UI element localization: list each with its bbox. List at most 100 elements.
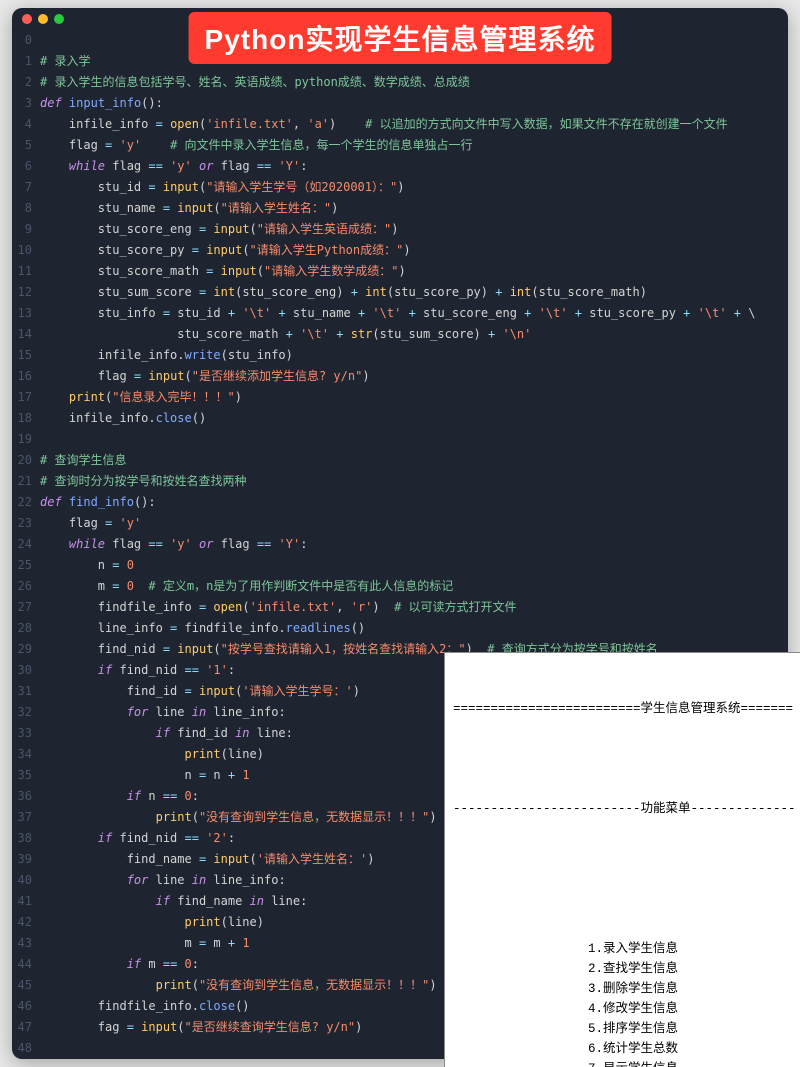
title-banner: Python实现学生信息管理系统 bbox=[189, 12, 612, 64]
menu-item: 1.录入学生信息 bbox=[453, 939, 792, 959]
terminal-menu-header: -------------------------功能菜单-----------… bbox=[453, 799, 792, 819]
line-number: 22 bbox=[12, 492, 40, 513]
line-number: 45 bbox=[12, 975, 40, 996]
line-number: 47 bbox=[12, 1017, 40, 1038]
line-number: 25 bbox=[12, 555, 40, 576]
code-line[interactable]: 6 while flag == 'y' or flag == 'Y': bbox=[12, 156, 788, 177]
code-line[interactable]: 10 stu_score_py = input("请输入学生Python成绩："… bbox=[12, 240, 788, 261]
line-number: 29 bbox=[12, 639, 40, 660]
line-number: 33 bbox=[12, 723, 40, 744]
code-content[interactable]: stu_name = input("请输入学生姓名：") bbox=[40, 198, 788, 219]
line-number: 5 bbox=[12, 135, 40, 156]
menu-item: 4.修改学生信息 bbox=[453, 999, 792, 1019]
line-number: 24 bbox=[12, 534, 40, 555]
code-line[interactable]: 4 infile_info = open('infile.txt', 'a') … bbox=[12, 114, 788, 135]
code-content[interactable]: stu_score_math + '\t' + str(stu_sum_scor… bbox=[40, 324, 788, 345]
code-line[interactable]: 28 line_info = findfile_info.readlines() bbox=[12, 618, 788, 639]
line-number: 10 bbox=[12, 240, 40, 261]
code-line[interactable]: 11 stu_score_math = input("请输入学生数学成绩：") bbox=[12, 261, 788, 282]
code-line[interactable]: 8 stu_name = input("请输入学生姓名：") bbox=[12, 198, 788, 219]
code-line[interactable]: 18 infile_info.close() bbox=[12, 408, 788, 429]
code-line[interactable]: 12 stu_sum_score = int(stu_score_eng) + … bbox=[12, 282, 788, 303]
line-number: 34 bbox=[12, 744, 40, 765]
line-number: 21 bbox=[12, 471, 40, 492]
code-content[interactable]: stu_id = input("请输入学生学号（如2020001）：") bbox=[40, 177, 788, 198]
code-content[interactable]: findfile_info = open('infile.txt', 'r') … bbox=[40, 597, 788, 618]
code-content[interactable]: flag = 'y' # 向文件中录入学生信息，每一个学生的信息单独占一行 bbox=[40, 135, 788, 156]
line-number: 9 bbox=[12, 219, 40, 240]
code-content[interactable]: stu_score_eng = input("请输入学生英语成绩：") bbox=[40, 219, 788, 240]
maximize-icon[interactable] bbox=[54, 14, 64, 24]
line-number: 18 bbox=[12, 408, 40, 429]
code-line[interactable]: 25 n = 0 bbox=[12, 555, 788, 576]
code-line[interactable]: 7 stu_id = input("请输入学生学号（如2020001）：") bbox=[12, 177, 788, 198]
line-number: 31 bbox=[12, 681, 40, 702]
code-line[interactable]: 26 m = 0 # 定义m，n是为了用作判断文件中是否有此人信息的标记 bbox=[12, 576, 788, 597]
code-content[interactable]: stu_info = stu_id + '\t' + stu_name + '\… bbox=[40, 303, 788, 324]
code-line[interactable]: 9 stu_score_eng = input("请输入学生英语成绩：") bbox=[12, 219, 788, 240]
code-content[interactable]: # 查询学生信息 bbox=[40, 450, 788, 471]
line-number: 3 bbox=[12, 93, 40, 114]
menu-item: 2.查找学生信息 bbox=[453, 959, 792, 979]
line-number: 27 bbox=[12, 597, 40, 618]
code-content[interactable]: infile_info.write(stu_info) bbox=[40, 345, 788, 366]
line-number: 1 bbox=[12, 51, 40, 72]
line-number: 41 bbox=[12, 891, 40, 912]
line-number: 17 bbox=[12, 387, 40, 408]
line-number: 40 bbox=[12, 870, 40, 891]
code-content[interactable]: flag = input("是否继续添加学生信息? y/n") bbox=[40, 366, 788, 387]
code-content[interactable]: while flag == 'y' or flag == 'Y': bbox=[40, 534, 788, 555]
line-number: 46 bbox=[12, 996, 40, 1017]
code-content[interactable]: infile_info.close() bbox=[40, 408, 788, 429]
code-line[interactable]: 16 flag = input("是否继续添加学生信息? y/n") bbox=[12, 366, 788, 387]
line-number: 8 bbox=[12, 198, 40, 219]
line-number: 28 bbox=[12, 618, 40, 639]
code-content[interactable]: def input_info(): bbox=[40, 93, 788, 114]
code-content[interactable]: # 查询时分为按学号和按姓名查找两种 bbox=[40, 471, 788, 492]
code-content[interactable]: m = 0 # 定义m，n是为了用作判断文件中是否有此人信息的标记 bbox=[40, 576, 788, 597]
code-content[interactable]: infile_info = open('infile.txt', 'a') # … bbox=[40, 114, 788, 135]
line-number: 44 bbox=[12, 954, 40, 975]
line-number: 37 bbox=[12, 807, 40, 828]
code-line[interactable]: 14 stu_score_math + '\t' + str(stu_sum_s… bbox=[12, 324, 788, 345]
code-line[interactable]: 15 infile_info.write(stu_info) bbox=[12, 345, 788, 366]
code-line[interactable]: 3def input_info(): bbox=[12, 93, 788, 114]
code-line[interactable]: 2# 录入学生的信息包括学号、姓名、英语成绩、python成绩、数学成绩、总成绩 bbox=[12, 72, 788, 93]
menu-item: 3.删除学生信息 bbox=[453, 979, 792, 999]
line-number: 35 bbox=[12, 765, 40, 786]
code-content[interactable]: flag = 'y' bbox=[40, 513, 788, 534]
code-content[interactable]: print("信息录入完毕！！！") bbox=[40, 387, 788, 408]
code-line[interactable]: 22def find_info(): bbox=[12, 492, 788, 513]
code-line[interactable]: 5 flag = 'y' # 向文件中录入学生信息，每一个学生的信息单独占一行 bbox=[12, 135, 788, 156]
code-line[interactable]: 17 print("信息录入完毕！！！") bbox=[12, 387, 788, 408]
code-line[interactable]: 21# 查询时分为按学号和按姓名查找两种 bbox=[12, 471, 788, 492]
code-line[interactable]: 23 flag = 'y' bbox=[12, 513, 788, 534]
code-content[interactable]: while flag == 'y' or flag == 'Y': bbox=[40, 156, 788, 177]
code-content[interactable]: stu_sum_score = int(stu_score_eng) + int… bbox=[40, 282, 788, 303]
code-content[interactable]: stu_score_py = input("请输入学生Python成绩：") bbox=[40, 240, 788, 261]
line-number: 42 bbox=[12, 912, 40, 933]
code-line[interactable]: 13 stu_info = stu_id + '\t' + stu_name +… bbox=[12, 303, 788, 324]
line-number: 23 bbox=[12, 513, 40, 534]
code-line[interactable]: 24 while flag == 'y' or flag == 'Y': bbox=[12, 534, 788, 555]
line-number: 15 bbox=[12, 345, 40, 366]
line-number: 43 bbox=[12, 933, 40, 954]
code-line[interactable]: 27 findfile_info = open('infile.txt', 'r… bbox=[12, 597, 788, 618]
code-content[interactable]: n = 0 bbox=[40, 555, 788, 576]
line-number: 20 bbox=[12, 450, 40, 471]
minimize-icon[interactable] bbox=[38, 14, 48, 24]
code-content[interactable]: def find_info(): bbox=[40, 492, 788, 513]
line-number: 0 bbox=[12, 30, 40, 51]
menu-item: 5.排序学生信息 bbox=[453, 1019, 792, 1039]
code-content[interactable]: line_info = findfile_info.readlines() bbox=[40, 618, 788, 639]
close-icon[interactable] bbox=[22, 14, 32, 24]
terminal-panel[interactable]: =========================学生信息管理系统=======… bbox=[444, 652, 800, 1067]
code-content[interactable] bbox=[40, 429, 788, 450]
line-number: 30 bbox=[12, 660, 40, 681]
line-number: 11 bbox=[12, 261, 40, 282]
code-line[interactable]: 20# 查询学生信息 bbox=[12, 450, 788, 471]
code-content[interactable]: stu_score_math = input("请输入学生数学成绩：") bbox=[40, 261, 788, 282]
code-content[interactable]: # 录入学生的信息包括学号、姓名、英语成绩、python成绩、数学成绩、总成绩 bbox=[40, 72, 788, 93]
line-number: 7 bbox=[12, 177, 40, 198]
code-line[interactable]: 19 bbox=[12, 429, 788, 450]
